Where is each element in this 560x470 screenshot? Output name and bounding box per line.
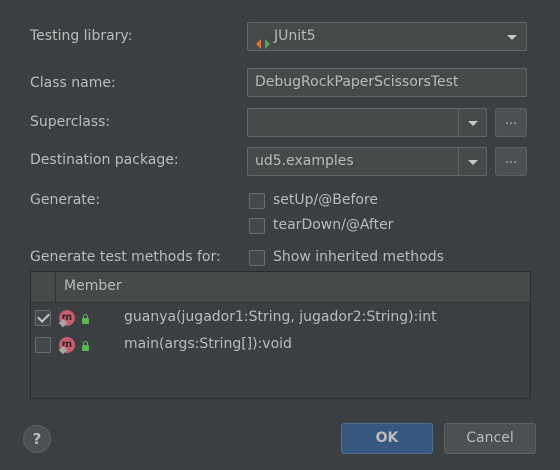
destination-package-value: ud5.examples xyxy=(255,153,354,169)
lock-icon xyxy=(82,314,89,324)
teardown-checkbox-label[interactable]: tearDown/@After xyxy=(273,217,393,233)
method-signature: main(args:String[]):void xyxy=(124,336,292,352)
ok-button[interactable]: OK xyxy=(341,423,433,454)
cancel-button[interactable]: Cancel xyxy=(444,423,536,454)
chevron-down-icon[interactable] xyxy=(458,109,486,136)
show-inherited-checkbox-label[interactable]: Show inherited methods xyxy=(273,249,444,265)
table-row[interactable]: m main(args:String[]):void xyxy=(31,332,530,359)
show-inherited-checkbox[interactable] xyxy=(249,250,265,266)
setup-checkbox-label[interactable]: setUp/@Before xyxy=(273,192,378,208)
chevron-down-icon[interactable] xyxy=(458,148,486,175)
method-signature: guanya(jugador1:String, jugador2:String)… xyxy=(124,309,437,325)
table-header-gutter xyxy=(31,272,56,302)
class-name-label: Class name: xyxy=(30,75,116,91)
destination-package-label: Destination package: xyxy=(30,152,179,168)
lock-icon xyxy=(82,341,89,351)
generate-label: Generate: xyxy=(30,192,101,208)
testing-library-value: JUnit5 xyxy=(274,28,316,44)
table-row[interactable]: m guanya(jugador1:String, jugador2:Strin… xyxy=(31,305,530,332)
help-button[interactable]: ? xyxy=(23,425,51,453)
help-icon: ? xyxy=(32,430,42,448)
superclass-label: Superclass: xyxy=(30,114,111,130)
member-column-header[interactable]: Member xyxy=(64,278,122,294)
generate-methods-label: Generate test methods for: xyxy=(30,249,221,265)
destination-browse-button[interactable]: ... xyxy=(495,147,527,176)
superclass-browse-button[interactable]: ... xyxy=(495,108,527,137)
members-table[interactable]: Member m guanya(jugador1:String, jugador… xyxy=(30,271,531,399)
setup-checkbox[interactable] xyxy=(249,193,265,209)
member-checkbox[interactable] xyxy=(35,337,51,353)
destination-package-combo[interactable]: ud5.examples xyxy=(247,147,487,176)
teardown-checkbox[interactable] xyxy=(249,218,265,234)
member-checkbox[interactable] xyxy=(35,310,51,326)
superclass-combo[interactable] xyxy=(247,108,487,137)
table-header: Member xyxy=(31,272,530,303)
junit-icon xyxy=(256,32,270,49)
testing-library-label: Testing library: xyxy=(30,28,133,44)
class-name-field[interactable]: DebugRockPaperScissorsTest xyxy=(247,68,527,97)
chevron-down-icon[interactable] xyxy=(498,23,526,50)
testing-library-select[interactable]: JUnit5 xyxy=(247,22,527,51)
